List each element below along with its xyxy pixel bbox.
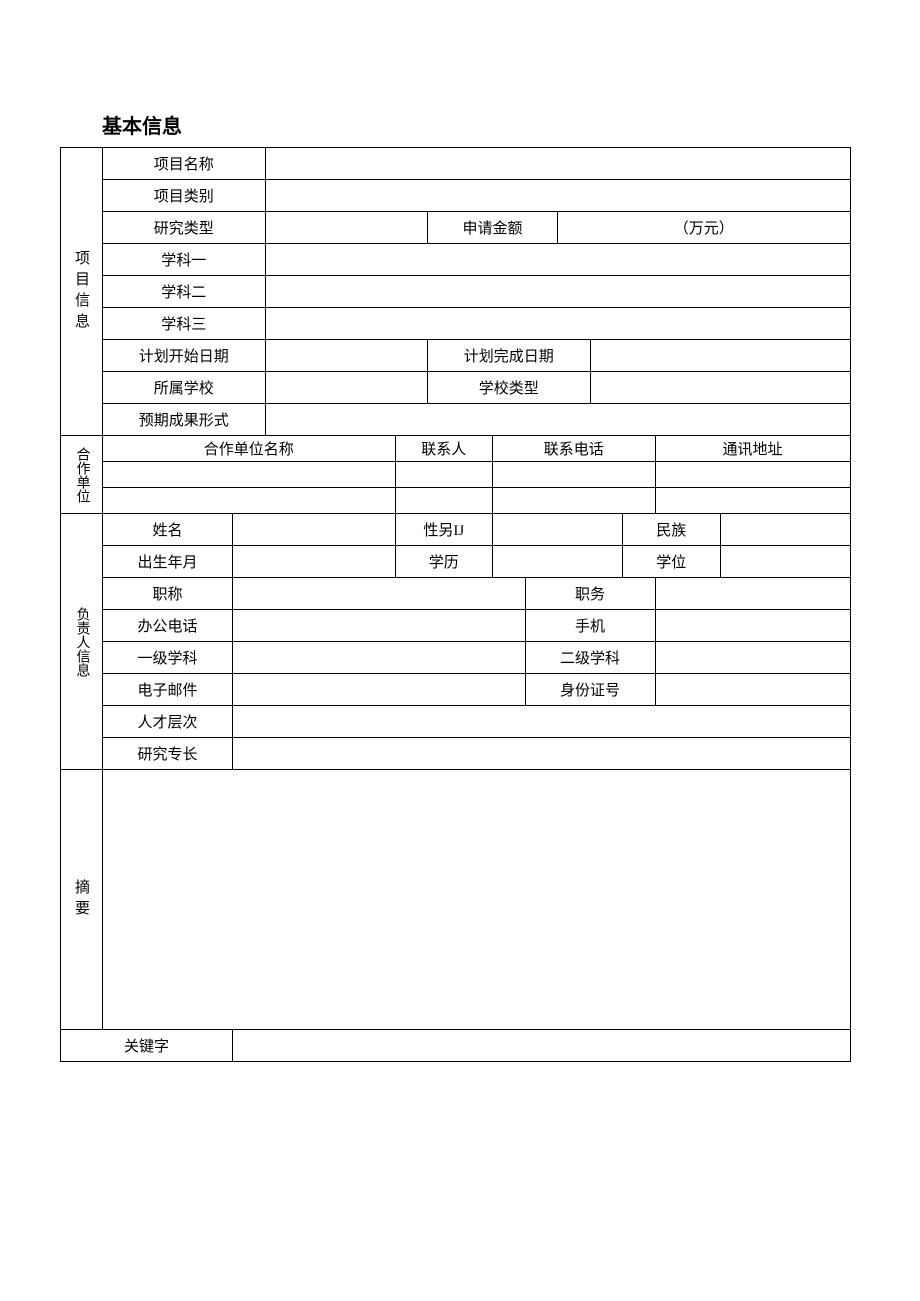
value-person-birth[interactable] [233, 546, 396, 578]
label-person-ethnic: 民族 [623, 514, 721, 546]
value-person-gender[interactable] [493, 514, 623, 546]
value-person-degree[interactable] [720, 546, 850, 578]
value-keywords[interactable] [233, 1030, 851, 1062]
label-person-gender: 性另IJ [395, 514, 493, 546]
value-coop-contact-1[interactable] [395, 488, 493, 514]
label-subject1: 学科一 [103, 244, 266, 276]
value-person-edu[interactable] [493, 546, 623, 578]
label-plan-start: 计划开始日期 [103, 340, 266, 372]
label-person-subject1: 一级学科 [103, 642, 233, 674]
value-person-duty[interactable] [655, 578, 850, 610]
value-subject3[interactable] [265, 308, 850, 340]
value-subject2[interactable] [265, 276, 850, 308]
value-talent[interactable] [233, 706, 851, 738]
value-project-category[interactable] [265, 180, 850, 212]
value-office-phone[interactable] [233, 610, 526, 642]
label-person-edu: 学历 [395, 546, 493, 578]
value-coop-unit-1[interactable] [103, 488, 396, 514]
label-person-degree: 学位 [623, 546, 721, 578]
value-school[interactable] [265, 372, 428, 404]
value-mobile[interactable] [655, 610, 850, 642]
label-person-birth: 出生年月 [103, 546, 233, 578]
value-plan-end[interactable] [590, 340, 850, 372]
value-person-title[interactable] [233, 578, 526, 610]
value-person-subject1[interactable] [233, 642, 526, 674]
value-person-name[interactable] [233, 514, 396, 546]
section-coop: 合作单位 [61, 436, 103, 514]
value-school-type[interactable] [590, 372, 850, 404]
value-person-subject2[interactable] [655, 642, 850, 674]
label-coop-contact: 联系人 [395, 436, 493, 462]
label-coop-unit: 合作单位名称 [103, 436, 396, 462]
label-school: 所属学校 [103, 372, 266, 404]
value-coop-address-1[interactable] [655, 488, 850, 514]
page-title: 基本信息 [102, 110, 860, 139]
value-abstract[interactable] [103, 770, 851, 1030]
label-subject2: 学科二 [103, 276, 266, 308]
label-project-name: 项目名称 [103, 148, 266, 180]
value-coop-unit-0[interactable] [103, 462, 396, 488]
form-table: 项目信息 项目名称 项目类别 研究类型 申请金额 （万元） 学科一 学科二 学科… [60, 147, 851, 1062]
label-person-title: 职称 [103, 578, 233, 610]
value-coop-contact-0[interactable] [395, 462, 493, 488]
value-research-type[interactable] [265, 212, 428, 244]
label-school-type: 学校类型 [428, 372, 591, 404]
section-abstract: 摘要 [61, 770, 103, 1030]
value-coop-phone-0[interactable] [493, 462, 656, 488]
value-coop-phone-1[interactable] [493, 488, 656, 514]
label-research-type: 研究类型 [103, 212, 266, 244]
value-apply-amount[interactable]: （万元） [558, 212, 851, 244]
label-email: 电子邮件 [103, 674, 233, 706]
value-person-ethnic[interactable] [720, 514, 850, 546]
value-coop-address-0[interactable] [655, 462, 850, 488]
section-project: 项目信息 [61, 148, 103, 436]
value-project-name[interactable] [265, 148, 850, 180]
label-coop-address: 通讯地址 [655, 436, 850, 462]
label-coop-phone: 联系电话 [493, 436, 656, 462]
label-keywords: 关键字 [61, 1030, 233, 1062]
label-specialty: 研究专长 [103, 738, 233, 770]
label-mobile: 手机 [525, 610, 655, 642]
label-talent: 人才层次 [103, 706, 233, 738]
value-expected-result[interactable] [265, 404, 850, 436]
label-person-duty: 职务 [525, 578, 655, 610]
label-apply-amount: 申请金额 [428, 212, 558, 244]
label-person-name: 姓名 [103, 514, 233, 546]
label-expected-result: 预期成果形式 [103, 404, 266, 436]
value-subject1[interactable] [265, 244, 850, 276]
label-id: 身份证号 [525, 674, 655, 706]
value-id[interactable] [655, 674, 850, 706]
label-office-phone: 办公电话 [103, 610, 233, 642]
label-project-category: 项目类别 [103, 180, 266, 212]
label-plan-end: 计划完成日期 [428, 340, 591, 372]
section-person: 负责人信息 [61, 514, 103, 770]
value-plan-start[interactable] [265, 340, 428, 372]
label-subject3: 学科三 [103, 308, 266, 340]
value-specialty[interactable] [233, 738, 851, 770]
value-email[interactable] [233, 674, 526, 706]
label-person-subject2: 二级学科 [525, 642, 655, 674]
